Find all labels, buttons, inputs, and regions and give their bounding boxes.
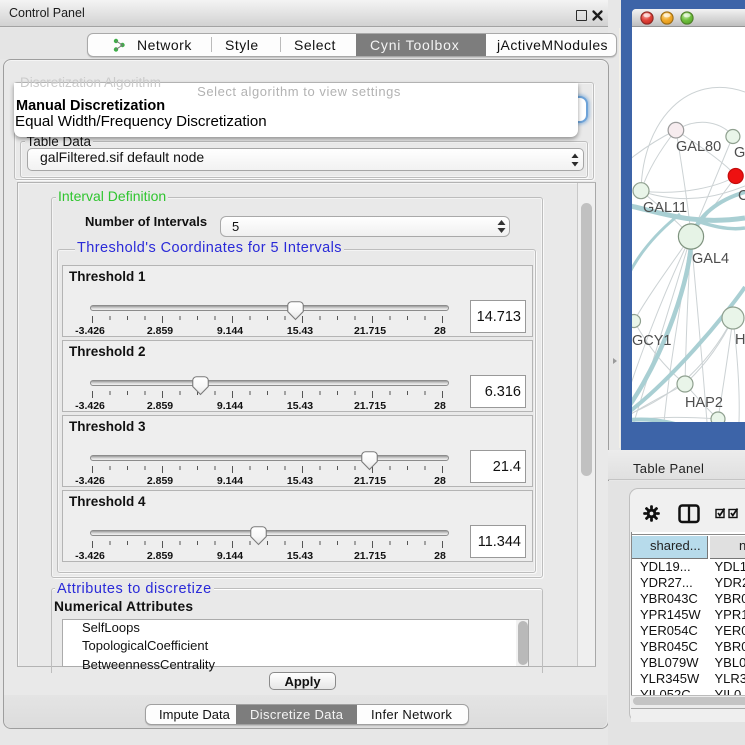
svg-text:H: H bbox=[735, 332, 745, 348]
svg-text:GCY1: GCY1 bbox=[632, 333, 672, 349]
svg-text:GA: GA bbox=[734, 145, 745, 161]
svg-text:GAL4: GAL4 bbox=[692, 251, 729, 267]
svg-text:HAP2: HAP2 bbox=[685, 395, 723, 411]
svg-text:GAL11: GAL11 bbox=[643, 200, 687, 216]
svg-text:GAL80: GAL80 bbox=[676, 139, 721, 155]
svg-text:C: C bbox=[738, 188, 745, 204]
